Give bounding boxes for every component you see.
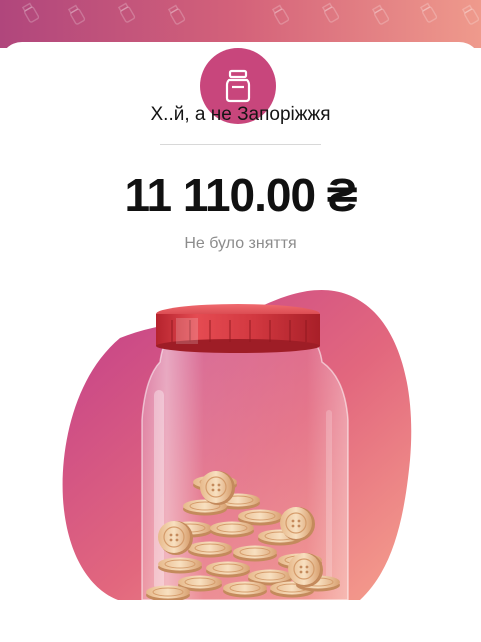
coin-jar-illustration	[62, 289, 412, 600]
jar-icon	[225, 69, 251, 103]
jar-pattern-background	[21, 2, 480, 25]
jar-title: Х..й, а не Запоріжжя	[150, 104, 331, 125]
jar-lid	[156, 304, 320, 353]
jar-balance: 11 110.00 ₴	[124, 169, 357, 221]
header-gradient	[0, 0, 481, 48]
withdrawal-status: Не було зняття	[184, 235, 297, 252]
title-divider	[160, 144, 321, 145]
